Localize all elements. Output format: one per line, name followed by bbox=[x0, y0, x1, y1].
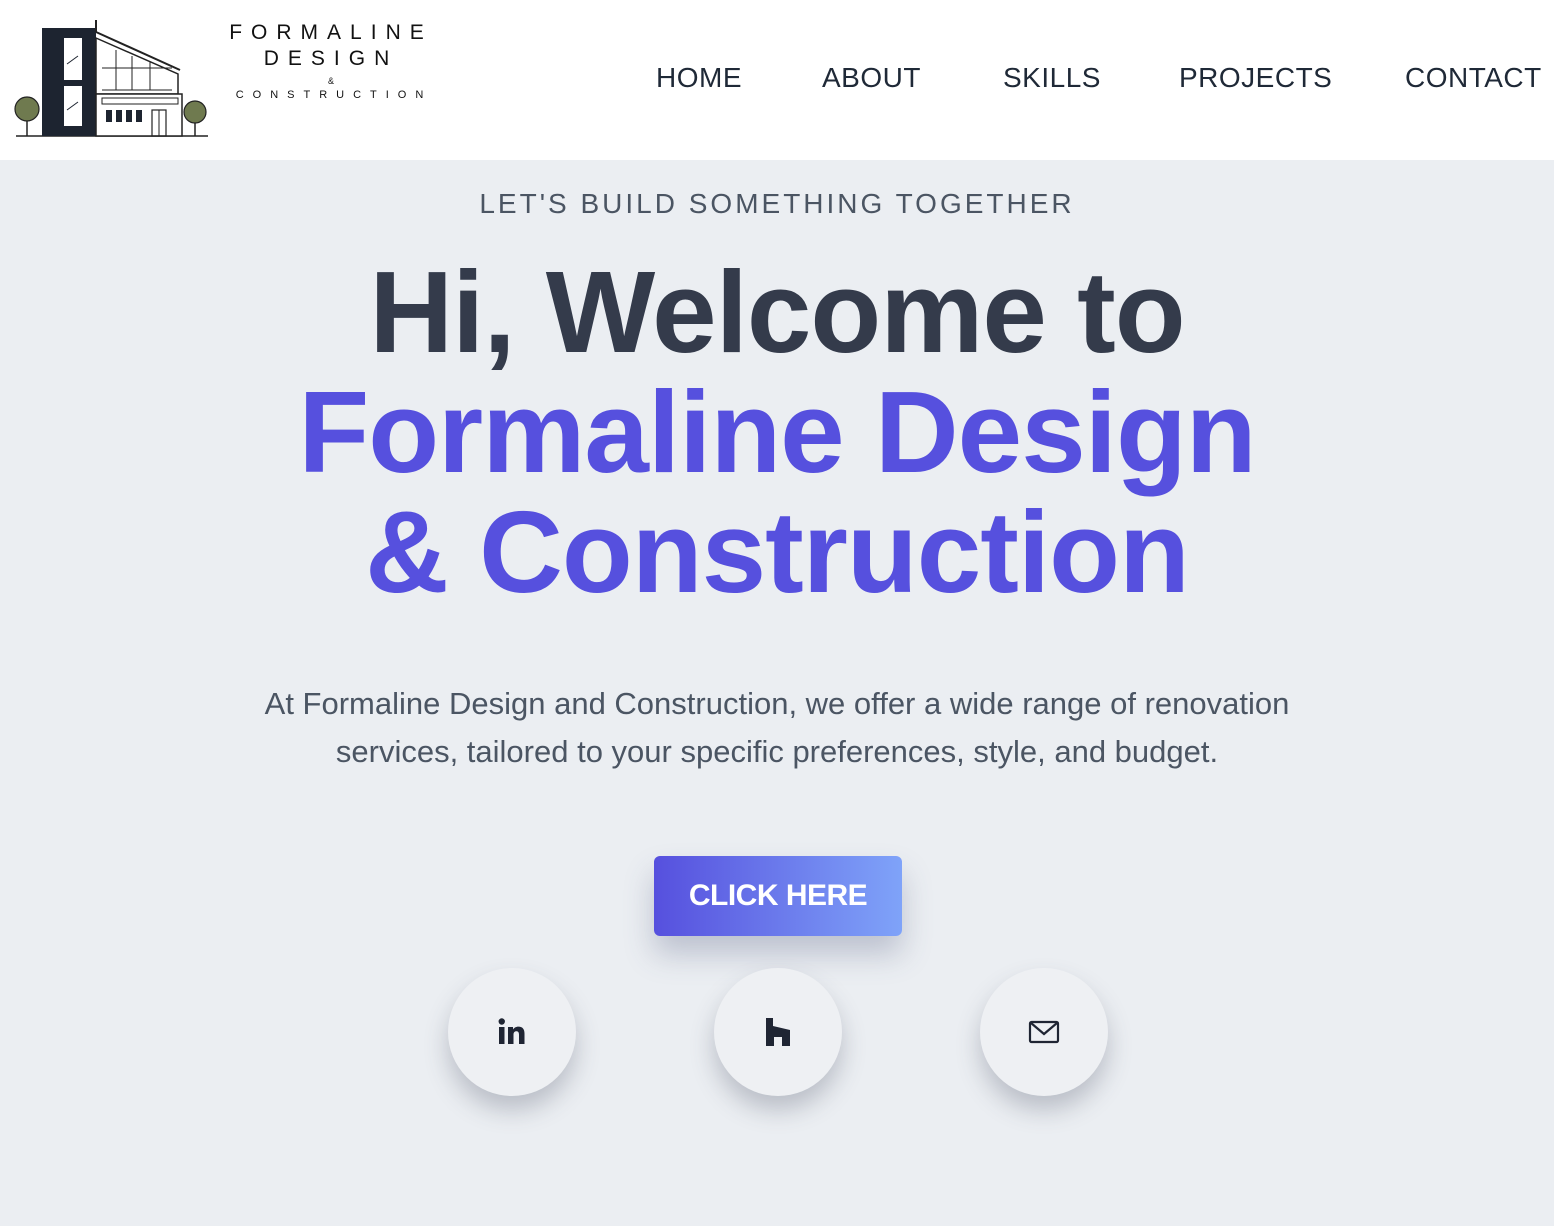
click-here-button[interactable]: CLICK HERE bbox=[654, 856, 902, 936]
hero-title: Hi, Welcome to Formaline Design & Constr… bbox=[0, 252, 1554, 612]
hero-section: LET'S BUILD SOMETHING TOGETHER Hi, Welco… bbox=[0, 160, 1554, 1226]
hero-description: At Formaline Design and Construction, we… bbox=[264, 686, 1290, 769]
hero-title-line1: Hi, Welcome to bbox=[369, 247, 1185, 377]
nav-contact[interactable]: CONTACT bbox=[1405, 62, 1542, 94]
houzz-icon bbox=[766, 1018, 790, 1046]
brand-line1: FORMALINE bbox=[229, 21, 433, 44]
hero-title-line2: Formaline Design bbox=[298, 367, 1256, 497]
hero-title-line3: & Construction bbox=[365, 487, 1190, 617]
linkedin-icon bbox=[498, 1018, 525, 1044]
houzz-button[interactable] bbox=[714, 968, 842, 1096]
nav-projects[interactable]: PROJECTS bbox=[1179, 62, 1332, 94]
email-button[interactable] bbox=[980, 968, 1108, 1096]
main-nav: HOME ABOUT SKILLS PROJECTS CONTACT bbox=[0, 62, 1554, 98]
nav-skills[interactable]: SKILLS bbox=[1003, 62, 1101, 94]
site-header: FORMALINE DESIGN & CONSTRUCTION HOME ABO… bbox=[0, 0, 1554, 160]
hero-tagline: LET'S BUILD SOMETHING TOGETHER bbox=[479, 188, 1075, 219]
nav-home[interactable]: HOME bbox=[656, 62, 742, 94]
mail-icon bbox=[1028, 1020, 1060, 1044]
nav-about[interactable]: ABOUT bbox=[822, 62, 921, 94]
linkedin-button[interactable] bbox=[448, 968, 576, 1096]
